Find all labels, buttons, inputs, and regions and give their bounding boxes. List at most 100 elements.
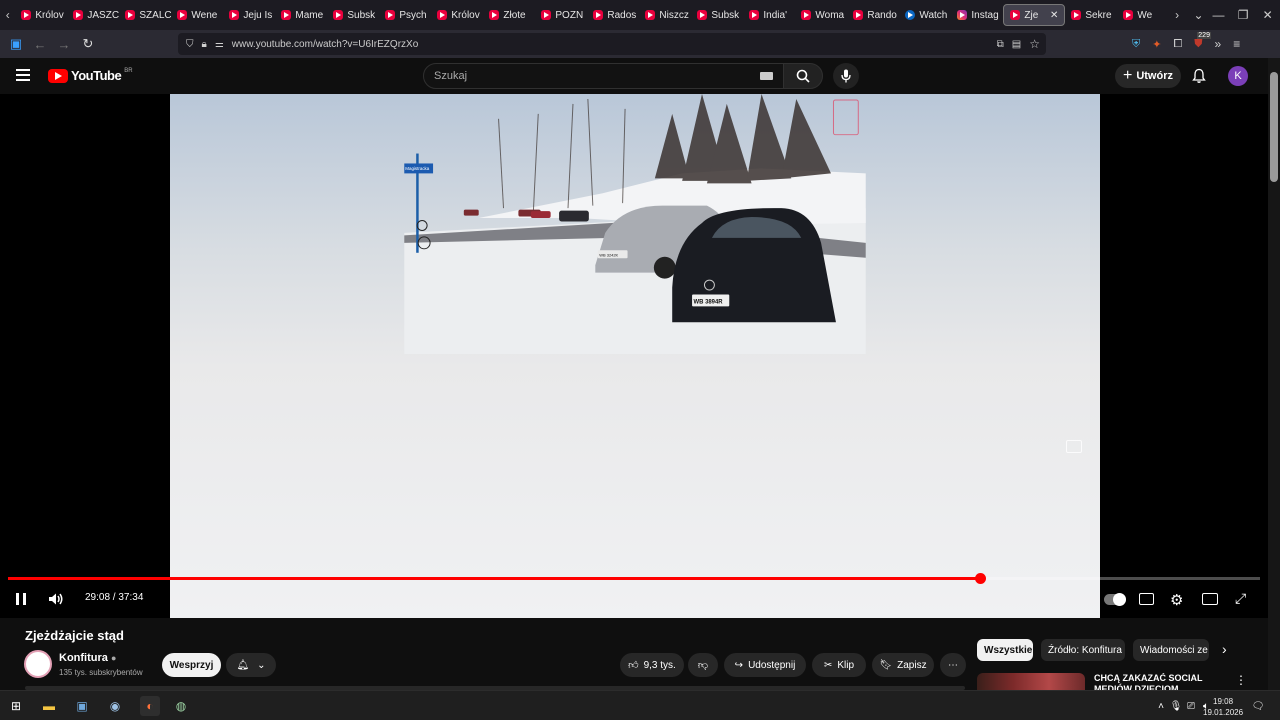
browser-tab[interactable]: Rados	[587, 4, 639, 26]
video-player[interactable]: Magistracka WB 3242K WB 3894R 29:08 / 37…	[0, 94, 1268, 618]
tray-chevron-icon[interactable]: ˄	[1153, 698, 1169, 714]
dislike-button[interactable]: 👎︎	[688, 653, 718, 677]
create-button[interactable]: + Utwórz	[1115, 64, 1181, 88]
subscriber-count: 135 tys. subskrybentów	[59, 668, 143, 677]
settings-gear-icon[interactable]: ⚙	[1170, 591, 1183, 609]
network-icon[interactable]: ⎚	[1183, 698, 1199, 714]
progress-bar[interactable]	[8, 573, 1260, 584]
volume-icon[interactable]	[48, 592, 64, 606]
page-scrollbar[interactable]	[1268, 58, 1280, 690]
minimize-icon[interactable]: —	[1206, 8, 1231, 22]
channel-avatar[interactable]	[24, 650, 52, 678]
browser-tab[interactable]: SZALC	[119, 4, 171, 26]
overflow-chevrons-icon[interactable]: »	[1215, 37, 1222, 51]
more-actions-button[interactable]: ⋯	[940, 653, 966, 677]
lock-icon[interactable]: 🔒︎	[202, 39, 207, 50]
notifications-bell-icon[interactable]	[1191, 68, 1207, 84]
chips-next-chevron-icon[interactable]: ›	[1222, 641, 1227, 657]
browser-tab[interactable]: Subsk	[691, 4, 743, 26]
subtitles-icon[interactable]	[1139, 593, 1154, 605]
microphone-tray-icon[interactable]: 🎙︎	[1168, 698, 1184, 714]
file-explorer-icon[interactable]: ▬	[41, 698, 57, 714]
share-button[interactable]: ↪ Udostępnij	[724, 653, 806, 677]
vpn-shield-icon[interactable]: ⛨	[1132, 38, 1140, 51]
browser-tab[interactable]: Niszcz	[639, 4, 691, 26]
browser-tab[interactable]: Mame	[275, 4, 327, 26]
browser-tab[interactable]: Wene	[171, 4, 223, 26]
browser-tab[interactable]: JASZC	[67, 4, 119, 26]
video-frame[interactable]: Magistracka WB 3242K WB 3894R	[170, 94, 1100, 618]
chip-news[interactable]: Wiadomości ze ś	[1133, 639, 1209, 661]
search-button[interactable]	[783, 63, 823, 89]
browser-tab[interactable]: Sekre	[1065, 4, 1117, 26]
voice-search-button[interactable]	[833, 63, 859, 89]
pip-overlay-icon[interactable]	[1066, 440, 1082, 453]
app-icon[interactable]: ◍	[173, 698, 189, 714]
support-button[interactable]: Wesprzyj	[162, 653, 221, 677]
clip-button[interactable]: ✂ Klip	[812, 653, 866, 677]
account-avatar[interactable]: K	[1228, 66, 1248, 86]
close-window-icon[interactable]: ✕	[1255, 8, 1280, 22]
browser-tab[interactable]: Instag	[951, 4, 1003, 26]
browser-tab[interactable]: Watch	[899, 4, 951, 26]
subscription-bell-button[interactable]: 🔔︎ ⌄	[226, 653, 276, 677]
browser-tab[interactable]: Królov	[431, 4, 483, 26]
extension-fox-icon[interactable]: ✦	[1152, 38, 1161, 51]
forward-icon[interactable]: →	[52, 37, 76, 52]
url-bar[interactable]: ⛉ 🔒︎ ⚌ www.youtube.com/watch?v=U6IrEZQrz…	[178, 33, 1046, 55]
pause-icon[interactable]	[16, 593, 26, 605]
save-button[interactable]: 🔖︎ Zapisz	[872, 653, 934, 677]
hamburger-menu-icon[interactable]	[16, 69, 30, 81]
browser-tab[interactable]: POZN	[535, 4, 587, 26]
permissions-icon[interactable]: ⚌	[215, 39, 224, 50]
suggestion-menu-icon[interactable]: ⋮	[1235, 673, 1247, 687]
scrollbar-thumb[interactable]	[1270, 72, 1278, 182]
autoplay-toggle[interactable]	[1104, 593, 1126, 606]
picture-in-picture-icon[interactable]: ⧉	[997, 39, 1004, 50]
browser-tab[interactable]: Jeju Is	[223, 4, 275, 26]
restore-icon[interactable]: ❐	[1231, 8, 1256, 22]
shield-icon[interactable]: ⛉	[186, 39, 194, 50]
firefox-icon[interactable]: ◐	[140, 696, 160, 716]
keyboard-icon[interactable]	[760, 72, 773, 80]
sidebar-toggle-icon[interactable]: ▣	[4, 36, 28, 52]
browser-tab[interactable]: Królov	[15, 4, 67, 26]
suggestion-title[interactable]: CHCĄ ZAKAZAĆ SOCIAL MEDIÓW DZIECIOM	[1094, 673, 1234, 690]
fullscreen-icon[interactable]: ⤢	[1235, 590, 1246, 607]
progress-scrubber[interactable]	[974, 573, 986, 584]
back-icon[interactable]: ←	[28, 37, 52, 52]
browser-tab[interactable]: Zje ✕	[1003, 4, 1066, 26]
extensions-puzzle-icon[interactable]: ⧠	[1173, 38, 1182, 51]
browser-tab[interactable]: Rando	[847, 4, 899, 26]
browser-tab[interactable]: Subsk	[327, 4, 379, 26]
tab-scroll-right-icon[interactable]: ›	[1169, 8, 1184, 22]
chip-source[interactable]: Źródło: Konfitura	[1041, 639, 1125, 661]
browser-tab[interactable]: Woma	[795, 4, 847, 26]
search-input[interactable]: Szukaj	[423, 63, 785, 89]
steam-icon[interactable]: ◉	[107, 698, 123, 714]
ublock-icon[interactable]: ⛊ 229	[1194, 31, 1211, 51]
tab-scroll-left-icon[interactable]: ‹	[0, 8, 15, 22]
browser-tab[interactable]: We	[1117, 4, 1169, 26]
chip-all[interactable]: Wszystkie	[977, 639, 1033, 661]
reload-icon[interactable]: ↻	[76, 36, 100, 52]
reader-view-icon[interactable]: ▤	[1012, 39, 1021, 50]
url-text[interactable]: www.youtube.com/watch?v=U6IrEZQrzXo	[232, 39, 418, 50]
browser-tab[interactable]: India'	[743, 4, 795, 26]
app-menu-icon[interactable]: ≡	[1233, 37, 1240, 51]
suggestion-thumbnail[interactable]	[977, 673, 1085, 690]
like-button[interactable]: 👍︎ 9,3 tys.	[620, 653, 684, 677]
channel-name-text[interactable]: Konfitura	[59, 652, 108, 664]
bookmark-star-icon[interactable]: ☆	[1029, 37, 1040, 51]
miniplayer-icon[interactable]	[1202, 593, 1218, 605]
notifications-tray-icon[interactable]: 🗨︎	[1250, 698, 1266, 714]
tab-list-chevron-icon[interactable]: ⌄	[1191, 8, 1206, 22]
youtube-logo[interactable]: YouTube BR	[48, 68, 133, 83]
windows-start-icon[interactable]: ⊞	[8, 698, 24, 714]
browser-tab[interactable]: Złote	[483, 4, 535, 26]
system-clock[interactable]: 19:08 19.01.2026	[1203, 696, 1243, 718]
close-tab-icon[interactable]: ✕	[1050, 10, 1058, 21]
channel-name[interactable]: Konfitura ●	[59, 652, 116, 664]
browser-tab[interactable]: Psych	[379, 4, 431, 26]
remote-desktop-icon[interactable]: ▣	[74, 698, 90, 714]
